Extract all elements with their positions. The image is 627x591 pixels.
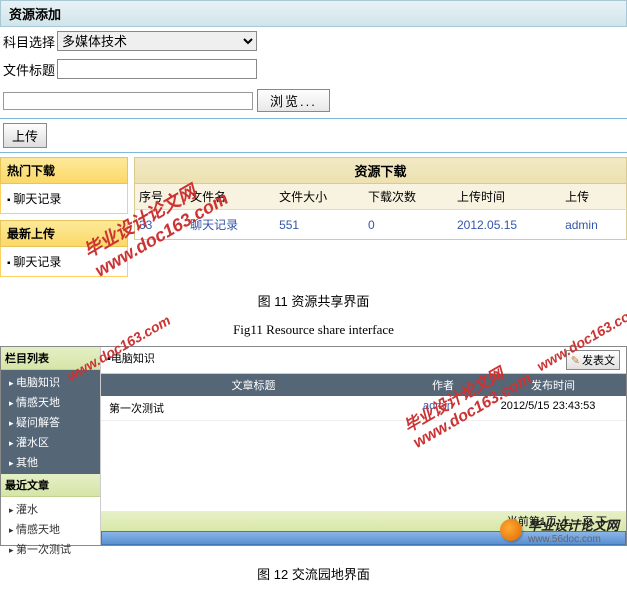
footer-brand: 毕业设计论文网 <box>528 515 619 534</box>
upload-button[interactable]: 上传 <box>3 123 47 148</box>
forum-row-date: 2012/5/15 23:43:53 <box>478 400 618 416</box>
forum-col-author: 作者 <box>403 377 483 393</box>
main-area: 热门下载 聊天记录 最新上传 聊天记录 资源下载 序号 文件名 文件大小 下载次… <box>0 157 627 283</box>
forum-recent-header: 最近文章 <box>1 474 100 497</box>
forum-sidebar: 栏目列表 电脑知识 情感天地 疑问解答 灌水区 其他 最近文章 灌水 情感天地 … <box>1 347 101 545</box>
browse-row: 浏览... <box>0 83 627 119</box>
upload-row: 上传 <box>0 119 627 153</box>
sidebar-latest-item[interactable]: 聊天记录 <box>1 251 127 272</box>
subject-select[interactable]: 多媒体技术 <box>57 31 257 51</box>
subject-label: 科目选择 <box>3 32 55 51</box>
sidebar-hot-block: 热门下载 聊天记录 <box>0 157 128 214</box>
table-row: 33 聊天记录 551 0 2012.05.15 admin <box>135 210 627 240</box>
sidebar-hot-body: 聊天记录 <box>0 184 128 214</box>
download-header: 资源下载 <box>134 157 627 184</box>
download-table: 序号 文件名 文件大小 下载次数 上传时间 上传 33 聊天记录 551 0 2… <box>134 184 627 240</box>
footer-text: 毕业设计论文网 www.56doc.com <box>528 515 619 545</box>
col-seq: 序号 <box>135 184 187 210</box>
forum-recent-item[interactable]: 第一次测试 <box>1 539 100 559</box>
caption-11-zh: 图 11 资源共享界面 <box>0 283 627 318</box>
cell-uploader: admin <box>561 210 626 240</box>
forum-section-qa[interactable]: 疑问解答 <box>1 412 100 432</box>
sidebar-hot-item[interactable]: 聊天记录 <box>1 188 127 209</box>
forum-section-emotion[interactable]: 情感天地 <box>1 392 100 412</box>
sidebar-hot-header: 热门下载 <box>0 157 128 184</box>
caption-12-zh: 图 12 交流园地界面 <box>0 556 627 591</box>
footer-url: www.56doc.com <box>528 534 619 545</box>
forum-location-text: ▪电脑知识 <box>107 350 155 370</box>
sidebar: 热门下载 聊天记录 最新上传 聊天记录 <box>0 157 128 283</box>
file-title-label: 文件标题 <box>3 60 55 79</box>
file-path-input[interactable] <box>3 92 253 110</box>
sidebar-latest-block: 最新上传 聊天记录 <box>0 220 128 277</box>
col-time: 上传时间 <box>453 184 561 210</box>
subject-row: 科目选择 多媒体技术 <box>0 27 627 55</box>
col-uploader: 上传 <box>561 184 626 210</box>
forum-table-head: 文章标题 作者 发布时间 <box>101 374 626 396</box>
footer-logo: 毕业设计论文网 www.56doc.com <box>500 515 619 545</box>
forum-recent-item[interactable]: 情感天地 <box>1 519 100 539</box>
forum-col-title: 文章标题 <box>104 377 403 393</box>
cell-filesize: 551 <box>275 210 364 240</box>
forum-location-bar: ▪电脑知识 ✎ 发表文 <box>101 347 626 374</box>
cell-time: 2012.05.15 <box>453 210 561 240</box>
table-header-row: 序号 文件名 文件大小 下载次数 上传时间 上传 <box>135 184 627 210</box>
resource-add-header: 资源添加 <box>0 0 627 27</box>
sidebar-latest-header: 最新上传 <box>0 220 128 247</box>
cell-count: 0 <box>364 210 453 240</box>
caption-11-en: Fig11 Resource share interface <box>0 318 627 342</box>
logo-icon <box>500 519 522 541</box>
col-filesize: 文件大小 <box>275 184 364 210</box>
cell-seq[interactable]: 33 <box>135 210 187 240</box>
post-button-label: 发表文 <box>582 352 615 368</box>
forum-recent-item[interactable]: 灌水 <box>1 499 100 519</box>
forum-table-body: 第一次测试 admin 2012/5/15 23:43:53 <box>101 396 626 511</box>
pencil-icon: ✎ <box>571 354 580 367</box>
cell-filename[interactable]: 聊天记录 <box>186 210 275 240</box>
forum-section-water[interactable]: 灌水区 <box>1 432 100 452</box>
file-title-input[interactable] <box>57 59 257 79</box>
col-count: 下载次数 <box>364 184 453 210</box>
post-button[interactable]: ✎ 发表文 <box>566 350 620 370</box>
forum-section-other[interactable]: 其他 <box>1 452 100 472</box>
forum-sections-header: 栏目列表 <box>1 347 100 370</box>
forum-row-author: admin <box>398 400 478 416</box>
col-filename: 文件名 <box>186 184 275 210</box>
forum-col-date: 发布时间 <box>483 377 623 393</box>
forum-sections-body: 电脑知识 情感天地 疑问解答 灌水区 其他 <box>1 370 100 474</box>
forum-row[interactable]: 第一次测试 admin 2012/5/15 23:43:53 <box>101 396 626 421</box>
sidebar-latest-body: 聊天记录 <box>0 247 128 277</box>
forum-section-computer[interactable]: 电脑知识 <box>1 372 100 392</box>
forum-recent-body: 灌水 情感天地 第一次测试 <box>1 497 100 561</box>
file-title-row: 文件标题 <box>0 55 627 83</box>
download-panel: 资源下载 序号 文件名 文件大小 下载次数 上传时间 上传 33 聊天记录 55… <box>128 157 627 283</box>
browse-button[interactable]: 浏览... <box>257 89 330 112</box>
forum-row-title: 第一次测试 <box>109 400 398 416</box>
